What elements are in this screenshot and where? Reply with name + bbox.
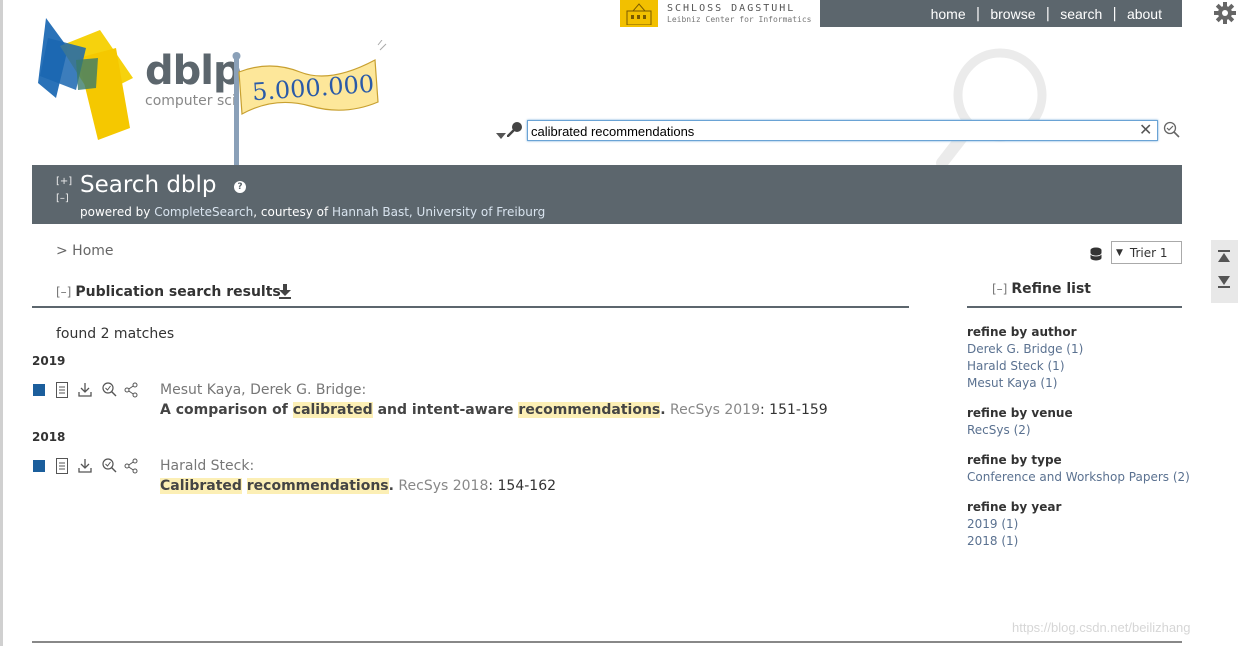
refine-year-group: refine by year 2019 (1) 2018 (1)	[967, 499, 1061, 550]
refine-item[interactable]: Conference and Workshop Papers (2)	[967, 469, 1190, 486]
entry-authors[interactable]: Harald Steck:	[160, 458, 254, 474]
year-heading: 2018	[32, 430, 66, 444]
dagstuhl-logo-icon	[620, 0, 658, 27]
refine-venue-group: refine by venue RecSys (2)	[967, 405, 1073, 439]
title-highlight: Calibrated	[160, 478, 242, 494]
entry-authors[interactable]: Mesut Kaya, Derek G. Bridge:	[160, 382, 366, 398]
dagstuhl-link[interactable]: SCHLOSS DAGSTUHL Leibniz Center for Info…	[620, 0, 820, 27]
export-record-icon[interactable]	[78, 382, 92, 398]
footer-divider	[32, 641, 1182, 643]
share-icon[interactable]	[124, 458, 138, 474]
nav-search[interactable]: search	[1060, 6, 1102, 22]
results-toggle-button[interactable]: [–]	[56, 285, 71, 299]
entry-type-icon	[33, 460, 45, 472]
entry-actions	[33, 458, 147, 474]
entry-actions	[33, 382, 147, 398]
nav-separator: |	[1045, 5, 1051, 22]
refine-toggle-button[interactable]: [–]	[992, 282, 1007, 296]
top-nav: home | browse | search | about	[820, 0, 1182, 27]
title-highlight: recommendations	[246, 478, 389, 494]
refine-group-title: refine by venue	[967, 406, 1073, 420]
clear-search-icon[interactable]: ✕	[1139, 122, 1152, 138]
scroll-to-top-icon[interactable]	[1218, 250, 1230, 265]
dblp-logo-icon[interactable]	[38, 18, 138, 143]
entry-pages: : 151-159	[760, 402, 828, 418]
powered-by: powered by CompleteSearch, courtesy of H…	[80, 205, 545, 219]
search-icon[interactable]	[506, 121, 523, 138]
refine-item[interactable]: Harald Steck (1)	[967, 358, 1083, 375]
title-part: A comparison of	[160, 402, 293, 418]
mirror-label: Trier 1	[1129, 245, 1168, 260]
powered-mid: , courtesy of	[253, 205, 332, 219]
completesearch-link[interactable]: CompleteSearch	[154, 205, 253, 219]
nav-separator: |	[975, 5, 981, 22]
venue-link[interactable]: RecSys 2018	[394, 478, 488, 494]
scroll-to-bottom-icon[interactable]	[1218, 276, 1230, 291]
powered-prefix: powered by	[80, 205, 155, 219]
entry-pages: : 154-162	[488, 478, 557, 494]
advanced-search-icon[interactable]	[1162, 121, 1182, 139]
nav-browse[interactable]: browse	[990, 6, 1035, 22]
dblp-tagline: computer sci	[145, 93, 236, 109]
flag-icon: 5.000.000	[230, 39, 390, 168]
nav-separator: |	[1112, 5, 1117, 22]
gear-icon[interactable]	[1213, 1, 1237, 25]
nav-about[interactable]: about	[1127, 6, 1162, 22]
results-heading: [–] Publication search results	[56, 284, 281, 300]
refine-group-title: refine by author	[967, 325, 1077, 339]
watermark: https://blog.csdn.net/beilizhang	[1012, 620, 1191, 635]
title-highlight: calibrated	[292, 402, 373, 418]
breadcrumb[interactable]: > Home	[56, 243, 114, 259]
hannah-bast-link[interactable]: Hannah Bast, University of Freiburg	[332, 205, 545, 219]
entry-type-icon	[33, 384, 45, 396]
refine-item[interactable]: RecSys (2)	[967, 422, 1073, 439]
results-divider	[32, 306, 909, 308]
collapse-all-button[interactable]: [–]	[56, 190, 72, 207]
entry-title-line: A comparison of calibrated and intent-aw…	[160, 402, 828, 418]
refine-heading: [–] Refine list	[992, 281, 1091, 297]
match-count: found 2 matches	[56, 326, 175, 342]
page-title: Search dblp	[80, 172, 217, 198]
lookup-icon[interactable]	[101, 382, 117, 398]
title-highlight: recommendations	[518, 402, 661, 418]
chevron-down-icon: ▼	[1116, 247, 1123, 258]
dagstuhl-subtitle: Leibniz Center for Informatics	[667, 14, 812, 24]
refine-item[interactable]: 2019 (1)	[967, 516, 1061, 533]
section-toggles: [+] [–]	[56, 173, 72, 207]
help-icon[interactable]: ?	[234, 181, 246, 193]
electronic-edition-icon[interactable]	[55, 382, 69, 398]
refine-item[interactable]: Derek G. Bridge (1)	[967, 341, 1083, 358]
expand-all-button[interactable]: [+]	[56, 173, 72, 190]
refine-group-title: refine by year	[967, 500, 1062, 514]
download-icon[interactable]	[278, 283, 292, 299]
scroll-buttons	[1211, 240, 1238, 303]
dagstuhl-title: SCHLOSS DAGSTUHL	[667, 2, 796, 14]
entry-title-line: Calibrated recommendations. RecSys 2018:…	[160, 478, 556, 494]
electronic-edition-icon[interactable]	[55, 458, 69, 474]
share-icon[interactable]	[124, 382, 138, 398]
left-border	[0, 0, 3, 646]
search-header: [+] [–] Search dblp ? powered by Complet…	[32, 165, 1182, 224]
refine-author-group: refine by author Derek G. Bridge (1) Har…	[967, 324, 1083, 392]
search-input[interactable]	[527, 120, 1158, 141]
dblp-wordmark: dblp	[145, 48, 242, 94]
lookup-icon[interactable]	[101, 458, 117, 474]
nav-home[interactable]: home	[931, 6, 966, 22]
results-heading-label: Publication search results	[75, 284, 281, 300]
venue-link[interactable]: RecSys 2019	[666, 402, 760, 418]
title-part: and intent-aware	[372, 402, 519, 418]
export-record-icon[interactable]	[78, 458, 92, 474]
refine-item[interactable]: 2018 (1)	[967, 533, 1061, 550]
search-mode-dropdown-icon[interactable]	[496, 126, 506, 139]
refine-divider	[967, 306, 1182, 308]
refine-group-title: refine by type	[967, 453, 1062, 467]
database-icon	[1090, 246, 1102, 261]
refine-type-group: refine by type Conference and Workshop P…	[967, 452, 1190, 486]
mirror-select[interactable]: ▼ Trier 1	[1111, 241, 1182, 264]
magnifier-background-icon	[930, 45, 1050, 170]
refine-item[interactable]: Mesut Kaya (1)	[967, 375, 1083, 392]
year-heading: 2019	[32, 354, 66, 368]
refine-heading-label: Refine list	[1011, 281, 1091, 297]
